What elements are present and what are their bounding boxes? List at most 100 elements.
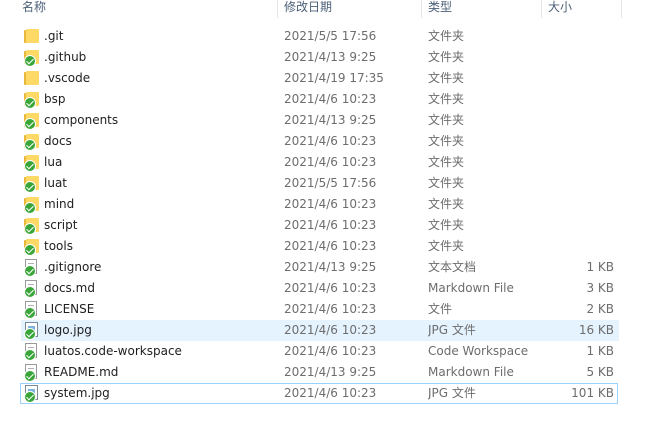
file-modified-date: 2021/4/19 17:35 [284,71,384,85]
column-divider[interactable] [277,0,278,18]
file-list: .git 2021/5/5 17:56 文件夹 .github 2021/4/13 9:… [0,26,650,404]
file-size [548,110,614,131]
file-type: 文本文档 [428,260,477,274]
sync-status-check-icon [24,307,36,319]
sync-status-check-icon [24,118,36,130]
file-modified-date: 2021/5/5 17:56 [284,176,377,190]
sync-status-check-icon [24,55,36,67]
sync-status-check-icon [24,244,36,256]
file-row[interactable]: luat 2021/5/5 17:56 文件夹 [0,173,650,194]
file-size [548,131,614,152]
file-name: mind [44,197,75,211]
sync-status-check-icon [24,328,36,340]
file-size [548,173,614,194]
file-row[interactable]: docs.md 2021/4/6 10:23 Markdown File 3 KB [0,278,650,299]
file-size [548,89,614,110]
file-type: 文件夹 [428,239,465,253]
type-column-header[interactable]: 类型 [428,0,542,18]
file-row[interactable]: mind 2021/4/6 10:23 文件夹 [0,194,650,215]
file-type: Code Workspace [428,344,529,358]
date-column-header[interactable]: 修改日期 [284,0,422,18]
file-size: 1 KB [586,344,614,358]
file-size: 3 KB [586,281,614,295]
file-name: README.md [44,365,119,379]
file-name: LICENSE [44,302,95,316]
file-row[interactable]: README.md 2021/4/13 9:25 Markdown File 5 KB [0,362,650,383]
file-name: system.jpg [44,386,110,400]
file-row[interactable]: logo.jpg 2021/4/6 10:23 JPG 文件 16 KB [0,320,650,341]
file-name: .vscode [44,71,91,85]
file-row[interactable]: script 2021/4/6 10:23 文件夹 [0,215,650,236]
column-divider[interactable] [541,0,542,18]
sync-status-check-icon [24,139,36,151]
file-type: 文件夹 [428,71,465,85]
file-type: JPG 文件 [428,323,476,337]
file-modified-date: 2021/4/13 9:25 [284,113,377,127]
folder-icon [24,29,40,43]
size-column-header[interactable]: 大小 [548,0,620,18]
file-name: .github [44,50,87,64]
file-row[interactable]: components 2021/4/13 9:25 文件夹 [0,110,650,131]
file-row[interactable]: tools 2021/4/6 10:23 文件夹 [0,236,650,257]
file-explorer: 名称 修改日期 类型 大小 .git 2021/5/5 17:56 文件夹 .gith… [0,0,650,439]
file-name: components [44,113,119,127]
file-name: docs.md [44,281,95,295]
file-name: .gitignore [44,260,102,274]
file-row[interactable]: system.jpg 2021/4/6 10:23 JPG 文件 101 KB [0,383,650,404]
file-name: tools [44,239,73,253]
file-name: .git [44,29,64,43]
file-type: JPG 文件 [428,386,476,400]
file-type: 文件夹 [428,113,465,127]
file-type: 文件夹 [428,92,465,106]
file-type: Markdown File [428,281,514,295]
column-divider[interactable] [421,0,422,18]
file-modified-date: 2021/4/6 10:23 [284,197,377,211]
file-name: script [44,218,78,232]
file-modified-date: 2021/4/13 9:25 [284,260,377,274]
sync-status-check-icon [24,181,36,193]
column-header: 名称 修改日期 类型 大小 [0,0,650,18]
file-type: 文件夹 [428,155,465,169]
file-type: 文件夹 [428,50,465,64]
sync-status-check-icon [24,286,36,298]
file-row[interactable]: luatos.code-workspace 2021/4/6 10:23 Code … [0,341,650,362]
file-size: 2 KB [586,302,614,316]
file-name: bsp [44,92,66,106]
file-row[interactable]: LICENSE 2021/4/6 10:23 文件 2 KB [0,299,650,320]
file-modified-date: 2021/4/6 10:23 [284,239,377,253]
file-type: Markdown File [428,365,514,379]
sync-status-check-icon [24,349,36,361]
file-name: luatos.code-workspace [44,344,182,358]
file-type: 文件夹 [428,134,465,148]
file-type: 文件夹 [428,197,465,211]
file-row[interactable]: lua 2021/4/6 10:23 文件夹 [0,152,650,173]
file-row[interactable]: .git 2021/5/5 17:56 文件夹 [0,26,650,47]
name-column-header[interactable]: 名称 [22,0,276,18]
file-size [548,152,614,173]
file-modified-date: 2021/4/6 10:23 [284,386,377,400]
file-type: 文件夹 [428,218,465,232]
sync-status-check-icon [24,391,36,403]
file-size [548,194,614,215]
file-row[interactable]: .vscode 2021/4/19 17:35 文件夹 [0,68,650,89]
sync-status-check-icon [24,370,36,382]
file-size: 1 KB [586,260,614,274]
sync-status-check-icon [24,265,36,277]
file-row[interactable]: .gitignore 2021/4/13 9:25 文本文档 1 KB [0,257,650,278]
column-divider[interactable] [621,0,622,18]
file-row[interactable]: docs 2021/4/6 10:23 文件夹 [0,131,650,152]
file-modified-date: 2021/4/6 10:23 [284,92,377,106]
file-name: logo.jpg [44,323,92,337]
file-row[interactable]: .github 2021/4/13 9:25 文件夹 [0,47,650,68]
file-size [548,68,614,89]
file-row[interactable]: bsp 2021/4/6 10:23 文件夹 [0,89,650,110]
file-name: lua [44,155,63,169]
file-type: 文件夹 [428,29,465,43]
file-modified-date: 2021/4/6 10:23 [284,323,377,337]
file-size: 16 KB [578,323,614,337]
file-modified-date: 2021/4/13 9:25 [284,365,377,379]
file-size [548,47,614,68]
file-modified-date: 2021/4/6 10:23 [284,134,377,148]
sync-status-check-icon [24,202,36,214]
file-name: docs [44,134,72,148]
